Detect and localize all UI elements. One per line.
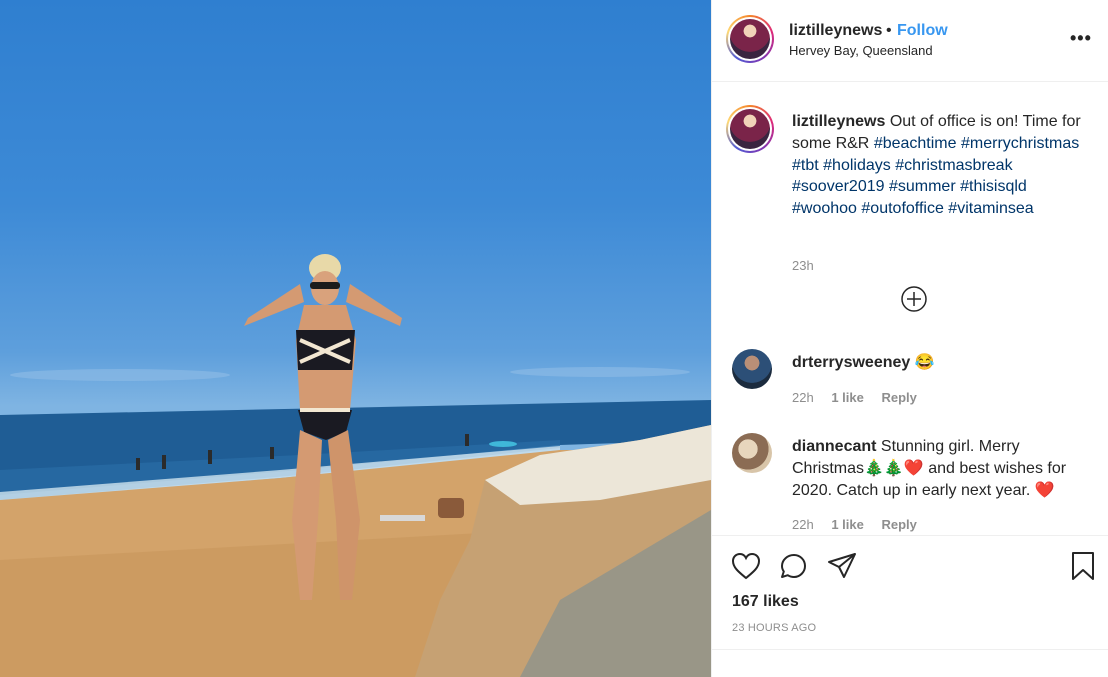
hashtag-link[interactable]: #merrychristmas [961, 135, 1079, 152]
hashtag-link[interactable]: #vitaminsea [948, 200, 1033, 217]
reply-button[interactable]: Reply [881, 390, 916, 405]
post-actions: 167 likes 23 HOURS AGO [712, 535, 1108, 649]
comment-item: drterrysweeney 😂 [792, 352, 1092, 374]
comment-username[interactable]: diannecant [792, 438, 876, 455]
comment-username[interactable]: drterrysweeney [792, 354, 910, 371]
comment-likes[interactable]: 1 like [831, 390, 864, 405]
load-more-icon[interactable] [900, 285, 928, 313]
follow-button[interactable]: Follow [897, 22, 948, 40]
post-photo[interactable] [0, 0, 711, 677]
beach-photo-illustration [0, 254, 711, 677]
reply-button[interactable]: Reply [881, 517, 916, 532]
hashtag-link[interactable]: #outofoffice [861, 200, 943, 217]
hashtag-link[interactable]: #tbt [792, 157, 819, 174]
caption-username[interactable]: liztilleynews [792, 113, 885, 130]
caption-avatar-image [730, 109, 770, 149]
hashtag-link[interactable]: #christmasbreak [895, 157, 1012, 174]
author-avatar-image [730, 19, 770, 59]
comment-icon[interactable] [777, 549, 811, 583]
comment-text: 😂 [914, 354, 935, 371]
hashtag-link[interactable]: #woohoo [792, 200, 857, 217]
heart-icon[interactable] [729, 549, 763, 583]
caption-author-avatar[interactable] [726, 105, 774, 153]
author-username[interactable]: liztilleynews [789, 22, 882, 40]
comment-meta: 22h 1 like Reply [792, 517, 931, 532]
author-avatar[interactable] [726, 15, 774, 63]
like-count[interactable]: 167 likes [732, 593, 799, 611]
hashtag-link[interactable]: #summer [889, 178, 956, 195]
post-location[interactable]: Hervey Bay, Queensland [789, 43, 933, 58]
post-details-panel: liztilleynews • Follow Hervey Bay, Queen… [711, 0, 1108, 677]
caption-timestamp[interactable]: 23h [792, 258, 814, 273]
commenter-avatar[interactable] [732, 433, 772, 473]
comments-section[interactable]: liztilleynews Out of office is on! Time … [712, 83, 1108, 535]
post-timestamp[interactable]: 23 HOURS AGO [732, 622, 816, 634]
add-comment-bar[interactable] [712, 649, 1108, 677]
comment-meta: 22h 1 like Reply [792, 390, 931, 405]
hashtag-link[interactable]: #soover2019 [792, 178, 885, 195]
comment-time[interactable]: 22h [792, 517, 814, 532]
post-caption: liztilleynews Out of office is on! Time … [792, 111, 1092, 220]
comment-item: diannecant Stunning girl. Merry Christma… [792, 436, 1092, 501]
post-header: liztilleynews • Follow Hervey Bay, Queen… [712, 0, 1108, 82]
share-icon[interactable] [825, 549, 859, 583]
separator-dot: • [886, 22, 892, 39]
comment-time[interactable]: 22h [792, 390, 814, 405]
bookmark-icon[interactable] [1066, 549, 1100, 583]
hashtag-link[interactable]: #holidays [823, 157, 891, 174]
more-options-icon[interactable]: ••• [1070, 28, 1092, 49]
commenter-avatar[interactable] [732, 349, 772, 389]
hashtag-link[interactable]: #thisisqld [960, 178, 1027, 195]
comment-likes[interactable]: 1 like [831, 517, 864, 532]
hashtag-link[interactable]: #beachtime [874, 135, 957, 152]
